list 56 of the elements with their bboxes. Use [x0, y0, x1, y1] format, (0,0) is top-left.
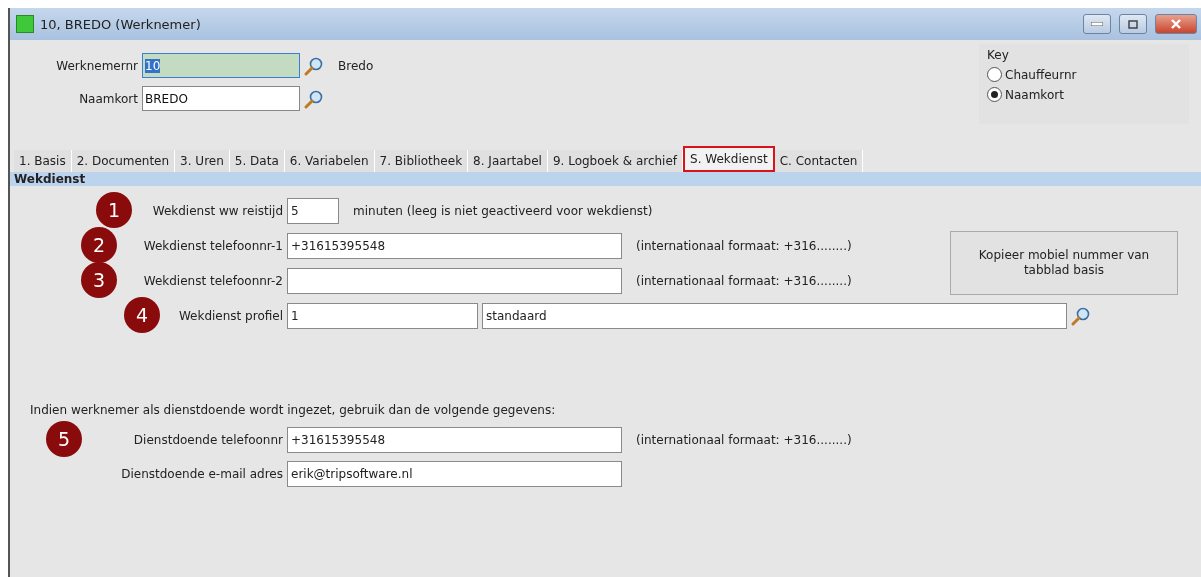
input-field[interactable]: 1 [287, 303, 478, 329]
input-field[interactable]: BREDO [142, 86, 300, 111]
employee-name: Bredo [338, 58, 374, 73]
tab[interactable]: 1. Basis [14, 150, 72, 172]
hint-text: (internationaal formaat: +316........) [636, 274, 852, 288]
callout-number: 4 [124, 297, 160, 333]
callout-number: 3 [81, 262, 117, 298]
hint-text: (internationaal formaat: +316........) [636, 239, 852, 253]
tab[interactable]: 7. Bibliotheek [374, 150, 469, 172]
field-label: Werknemernr [55, 58, 138, 73]
maximize-button[interactable] [1119, 14, 1147, 34]
tab[interactable]: S. Wekdienst [683, 146, 775, 172]
tab[interactable]: 9. Logboek & archief [547, 150, 684, 172]
maximize-icon [1128, 19, 1138, 29]
tab[interactable]: 2. Documenten [71, 150, 176, 172]
tab[interactable]: C. Contacten [774, 150, 864, 172]
input-field[interactable]: +31615395548 [287, 427, 622, 453]
radio-button[interactable] [987, 87, 1002, 102]
search-icon[interactable] [1071, 306, 1091, 326]
input-field[interactable]: 10 [142, 53, 300, 78]
field-label: Wekdienst ww reistijd [152, 204, 283, 218]
key-title: Key [987, 48, 1010, 62]
callout-number: 2 [81, 227, 117, 263]
app-icon [16, 15, 34, 33]
window-title: 10, BREDO (Werknemer) [40, 16, 202, 32]
close-button[interactable] [1155, 14, 1197, 34]
input-field[interactable]: 5 [287, 198, 339, 224]
hint-text: minuten (leeg is niet geactiveerd voor wekdienst) [353, 204, 653, 218]
tab[interactable]: 5. Data [229, 150, 285, 172]
section-title: Wekdienst [14, 172, 86, 186]
radio-label: Naamkort [1005, 87, 1064, 102]
field-label: Wekdienst telefoonnr-1 [143, 239, 283, 253]
hint-text: (internationaal formaat: +316........) [636, 433, 852, 447]
field-label: Dienstdoende e-mail adres [121, 467, 283, 481]
field-label: Naamkort [78, 91, 138, 106]
callout-number: 1 [96, 192, 132, 228]
callout-number: 5 [46, 421, 82, 457]
copy-number-button[interactable]: Kopieer mobiel nummer van tabblad basis [950, 231, 1178, 295]
field-label: Wekdienst telefoonnr-2 [143, 274, 283, 288]
minimize-button[interactable] [1083, 14, 1111, 34]
field-label: Wekdienst profiel [178, 309, 283, 323]
input-field[interactable]: +31615395548 [287, 233, 622, 259]
search-icon[interactable] [304, 55, 324, 76]
tab[interactable]: 3. Uren [175, 150, 230, 172]
input-field[interactable] [287, 268, 622, 294]
tab[interactable]: 8. Jaartabel [468, 150, 548, 172]
field-label: Dienstdoende telefoonnr [133, 433, 283, 447]
search-icon[interactable] [304, 88, 324, 109]
radio-button[interactable] [987, 67, 1002, 82]
tab[interactable]: 6. Variabelen [284, 150, 375, 172]
info-text: Indien werknemer als dienstdoende wordt ingezet, gebruik dan de volgende gegevens: [30, 403, 557, 417]
close-icon [1171, 19, 1181, 29]
input-field[interactable]: standaard [482, 303, 1067, 329]
radio-label: Chauffeurnr [1005, 67, 1077, 82]
input-field[interactable]: erik@tripsoftware.nl [287, 461, 622, 487]
minimize-icon [1091, 22, 1103, 26]
